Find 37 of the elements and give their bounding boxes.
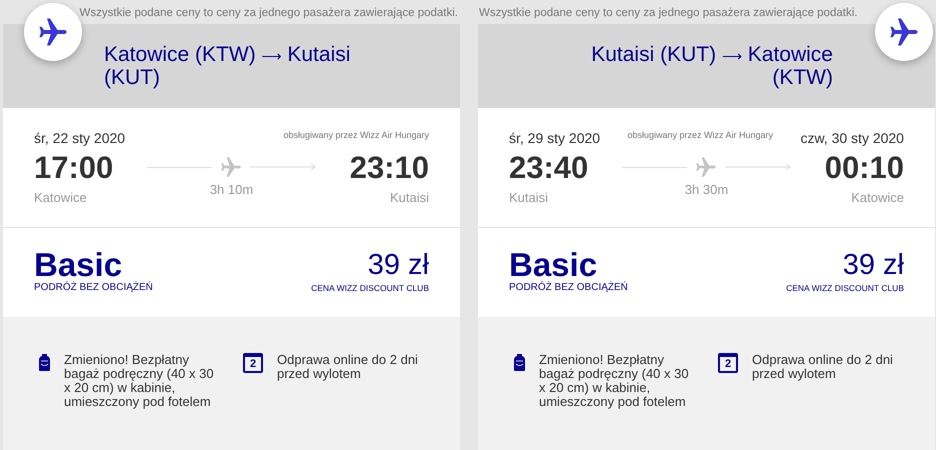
arrival-time: 00:10: [824, 150, 904, 186]
arrival-time: 23:10: [350, 150, 429, 186]
departure-city: Kutaisi: [509, 189, 550, 207]
price-label: CENA WIZZ DISCOUNT CLUB: [786, 282, 904, 294]
operator-text: obsługiwany przez Wizz Air Hungary: [283, 129, 429, 142]
departure-time: 23:40: [509, 150, 588, 186]
departure-time: 17:00: [34, 150, 114, 186]
departure-date: śr, 22 sty 2020: [34, 129, 126, 148]
departure-date: śr, 29 sty 2020: [509, 129, 600, 148]
arrival-city: Kutaisi: [390, 189, 429, 207]
feature-text: Zmieniono! Bezpłatny bagaż podręczny (40 x 30 x 20 cm) w kabinie, umieszczony pod fotelem: [539, 353, 689, 409]
arrow-line: [250, 163, 316, 171]
departure-city: Katowice: [34, 189, 88, 207]
arrival-city: Katowice: [851, 189, 904, 207]
fare-subtitle: PODRÓŻ BEZ OBCIĄŻEŃ: [34, 282, 153, 294]
calendar-icon: 2: [243, 353, 263, 373]
feature-text: Zmieniono! Bezpłatny bagaż podręczny (40 x 30 x 20 cm) w kabinie, umieszczony pod fotelem: [64, 353, 214, 409]
operator-text: obsługiwany przez Wizz Air Hungary: [627, 129, 774, 142]
price-note: Wszystkie podane ceny to ceny za jednego pasażera zawierające podatki.: [78, 6, 459, 21]
price: 39 zł: [842, 248, 904, 282]
duration: 3h 10m: [210, 181, 254, 199]
fare-subtitle: PODRÓŻ BEZ OBCIĄŻEŃ: [509, 282, 628, 294]
feature-text: Odprawa online do 2 dni przed wylotem: [277, 353, 419, 381]
feature-text: Odprawa online do 2 dni przed wylotem: [752, 353, 894, 381]
calendar-icon: 2: [718, 353, 738, 373]
price-note: Wszystkie podane ceny to ceny za jednego pasażera zawierające podatki.: [478, 6, 858, 21]
route-title: Katowice (KTW) ⟶ Kutaisi (KUT): [104, 44, 352, 88]
duration: 3h 30m: [684, 181, 728, 199]
backpack-icon: [39, 354, 50, 371]
arrival-date: czw, 30 sty 2020: [800, 129, 904, 148]
fare-name: Basic: [34, 248, 122, 282]
fare-name: Basic: [509, 248, 598, 282]
price-label: CENA WIZZ DISCOUNT CLUB: [311, 282, 429, 294]
route-title: Kutaisi (KUT) ⟶ Katowice (KTW): [590, 44, 833, 88]
arrow-line: [725, 163, 791, 171]
backpack-icon: [514, 354, 525, 371]
price: 39 zł: [368, 248, 429, 282]
